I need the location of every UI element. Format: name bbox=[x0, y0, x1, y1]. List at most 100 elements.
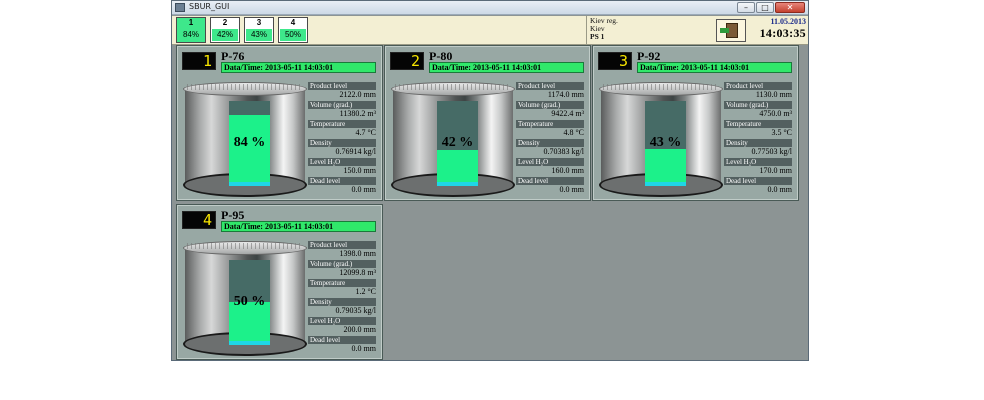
fill-percent-label: 43 % bbox=[649, 135, 682, 150]
level-h2o-label: Level H₂O bbox=[516, 158, 584, 166]
tank-railing bbox=[187, 84, 303, 90]
temperature-label: Temperature bbox=[724, 120, 792, 128]
level-gauge: 42 % bbox=[437, 101, 478, 186]
exit-door-icon[interactable] bbox=[716, 19, 746, 42]
temperature-value: 4.7 °C bbox=[355, 128, 376, 137]
water-layer bbox=[229, 341, 270, 345]
fill-percent-label: 42 % bbox=[441, 135, 474, 150]
tank-panel-2[interactable]: 2 P-80 Data/Time: 2013-05-11 14:03:01 42… bbox=[384, 45, 591, 201]
density-label: Density bbox=[308, 298, 376, 306]
current-time: 14:03:35 bbox=[759, 26, 806, 40]
volume-value: 4750.0 m³ bbox=[759, 109, 792, 118]
title-bar[interactable]: SBUR_GUI – □ ✕ bbox=[172, 1, 808, 15]
clock: 11.05.2013 14:03:35 bbox=[750, 17, 808, 43]
close-button[interactable]: ✕ bbox=[775, 2, 805, 13]
tank-graphic: 43 % bbox=[599, 82, 723, 198]
product-level-label: Product level bbox=[308, 82, 376, 90]
dead-level-label: Dead level bbox=[724, 177, 792, 185]
minimize-button[interactable]: – bbox=[737, 2, 755, 13]
location-city: Kiev bbox=[590, 24, 605, 33]
dead-level-value: 0.0 mm bbox=[351, 344, 376, 353]
tank-tab-4[interactable]: 4 50% bbox=[278, 17, 308, 43]
product-fill bbox=[437, 150, 478, 186]
tank-panel-1[interactable]: 1 P-76 Data/Time: 2013-05-11 14:03:01 84… bbox=[176, 45, 383, 201]
tank-number-display: 3 bbox=[598, 52, 632, 70]
location-info: Kiev reg. Kiev PS 1 bbox=[586, 16, 710, 44]
product-level-value: 1398.0 mm bbox=[339, 249, 376, 258]
density-label: Density bbox=[724, 139, 792, 147]
volume-value: 12099.8 m³ bbox=[339, 268, 376, 277]
temperature-label: Temperature bbox=[308, 279, 376, 287]
water-layer bbox=[645, 182, 686, 186]
tank-parameters: Product level 1398.0 mm Volume (grad.) 1… bbox=[308, 240, 378, 354]
density-value: 0.79035 kg/l bbox=[335, 306, 376, 315]
tank-panel-3[interactable]: 3 P-92 Data/Time: 2013-05-11 14:03:01 43… bbox=[592, 45, 799, 201]
dead-level-label: Dead level bbox=[516, 177, 584, 185]
tank-tab-percent: 43% bbox=[246, 29, 272, 41]
dead-level-value: 0.0 mm bbox=[351, 185, 376, 194]
tank-railing bbox=[395, 84, 511, 90]
tank-graphic: 50 % bbox=[183, 241, 307, 357]
tank-tab-percent: 50% bbox=[280, 29, 306, 41]
level-h2o-value: 160.0 mm bbox=[551, 166, 584, 175]
dead-level-label: Dead level bbox=[308, 177, 376, 185]
tank-datetime: Data/Time: 2013-05-11 14:03:01 bbox=[221, 62, 376, 73]
tank-graphic: 84 % bbox=[183, 82, 307, 198]
density-label: Density bbox=[516, 139, 584, 147]
product-fill bbox=[645, 149, 686, 186]
level-h2o-label: Level H₂O bbox=[308, 158, 376, 166]
density-value: 0.77503 kg/l bbox=[751, 147, 792, 156]
water-layer bbox=[229, 182, 270, 186]
product-level-value: 1130.0 mm bbox=[755, 90, 792, 99]
tank-panel-4[interactable]: 4 P-95 Data/Time: 2013-05-11 14:03:01 50… bbox=[176, 204, 383, 360]
maximize-button[interactable]: □ bbox=[756, 2, 774, 13]
location-region: Kiev reg. bbox=[590, 16, 618, 25]
location-station: PS 1 bbox=[590, 32, 605, 41]
temperature-value: 4.8 °C bbox=[563, 128, 584, 137]
level-gauge: 50 % bbox=[229, 260, 270, 345]
water-layer bbox=[437, 182, 478, 186]
tank-parameters: Product level 2122.0 mm Volume (grad.) 1… bbox=[308, 81, 378, 195]
tank-datetime: Data/Time: 2013-05-11 14:03:01 bbox=[221, 221, 376, 232]
tank-graphic: 42 % bbox=[391, 82, 515, 198]
level-h2o-value: 150.0 mm bbox=[343, 166, 376, 175]
tank-railing bbox=[603, 84, 719, 90]
volume-label: Volume (grad.) bbox=[724, 101, 792, 109]
density-value: 0.70383 kg/l bbox=[543, 147, 584, 156]
tank-parameters: Product level 1174.0 mm Volume (grad.) 9… bbox=[516, 81, 586, 195]
exit-arrow bbox=[720, 28, 729, 33]
level-gauge: 43 % bbox=[645, 101, 686, 186]
temperature-value: 1.2 °C bbox=[355, 287, 376, 296]
tank-tab-1[interactable]: 1 84% bbox=[176, 17, 206, 43]
product-level-value: 2122.0 mm bbox=[339, 90, 376, 99]
current-date: 11.05.2013 bbox=[770, 17, 806, 26]
level-gauge: 84 % bbox=[229, 101, 270, 186]
tank-number-display: 2 bbox=[390, 52, 424, 70]
fill-percent-label: 50 % bbox=[233, 294, 266, 309]
temperature-label: Temperature bbox=[516, 120, 584, 128]
product-level-value: 1174.0 mm bbox=[547, 90, 584, 99]
tank-tab-percent: 42% bbox=[212, 29, 238, 41]
volume-value: 9422.4 m³ bbox=[551, 109, 584, 118]
volume-label: Volume (grad.) bbox=[308, 260, 376, 268]
tank-railing bbox=[187, 243, 303, 249]
volume-label: Volume (grad.) bbox=[516, 101, 584, 109]
tank-parameters: Product level 1130.0 mm Volume (grad.) 4… bbox=[724, 81, 794, 195]
density-label: Density bbox=[308, 139, 376, 147]
tank-number-display: 4 bbox=[182, 211, 216, 229]
dead-level-value: 0.0 mm bbox=[559, 185, 584, 194]
dead-level-value: 0.0 mm bbox=[767, 185, 792, 194]
volume-label: Volume (grad.) bbox=[308, 101, 376, 109]
dead-level-label: Dead level bbox=[308, 336, 376, 344]
level-h2o-value: 200.0 mm bbox=[343, 325, 376, 334]
app-window: SBUR_GUI – □ ✕ 1 84% 2 42% 3 43% 4 50% K… bbox=[171, 0, 809, 361]
product-level-label: Product level bbox=[308, 241, 376, 249]
tank-tab-2[interactable]: 2 42% bbox=[210, 17, 240, 43]
window-title: SBUR_GUI bbox=[189, 2, 230, 11]
tank-tab-3[interactable]: 3 43% bbox=[244, 17, 274, 43]
toolbar: 1 84% 2 42% 3 43% 4 50% Kiev reg. Kiev P… bbox=[172, 16, 808, 45]
level-h2o-label: Level H₂O bbox=[308, 317, 376, 325]
fill-percent-label: 84 % bbox=[233, 135, 266, 150]
level-h2o-value: 170.0 mm bbox=[759, 166, 792, 175]
temperature-value: 3.5 °C bbox=[771, 128, 792, 137]
